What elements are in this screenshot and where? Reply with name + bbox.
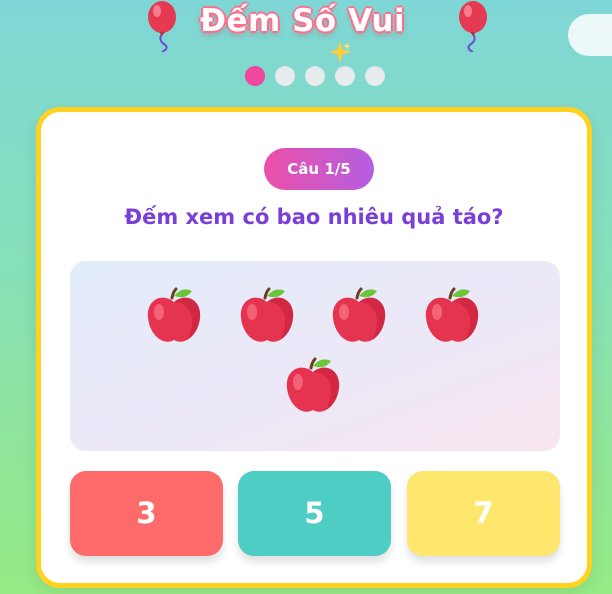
question-text: Đếm xem có bao nhiêu quả táo? <box>124 205 504 229</box>
apple-icon <box>332 287 386 342</box>
progress-dot <box>305 66 325 86</box>
sparkle-icon <box>329 41 351 63</box>
game-title: Đếm Số Vui <box>200 3 406 39</box>
apple-panel <box>70 261 560 451</box>
progress-dot <box>275 66 295 86</box>
progress-dot-active <box>245 66 265 86</box>
progress-dot <box>365 66 385 86</box>
apple-icon <box>286 357 340 412</box>
question-card: Câu 1/5 Đếm xem có bao nhiêu quả táo? 3 … <box>36 107 592 588</box>
answer-button-1[interactable]: 3 <box>70 471 223 556</box>
apple-icon <box>425 287 479 342</box>
header: Đếm Số Vui <box>0 0 612 63</box>
apple-icon <box>240 287 294 342</box>
progress-dot <box>335 66 355 86</box>
balloon-icon <box>148 1 176 52</box>
question-badge: Câu 1/5 <box>264 148 374 190</box>
answer-button-3[interactable]: 7 <box>407 471 560 556</box>
answer-button-2[interactable]: 5 <box>238 471 391 556</box>
apple-icon <box>147 287 201 342</box>
balloon-icon <box>459 1 487 52</box>
progress-dots <box>245 66 385 86</box>
